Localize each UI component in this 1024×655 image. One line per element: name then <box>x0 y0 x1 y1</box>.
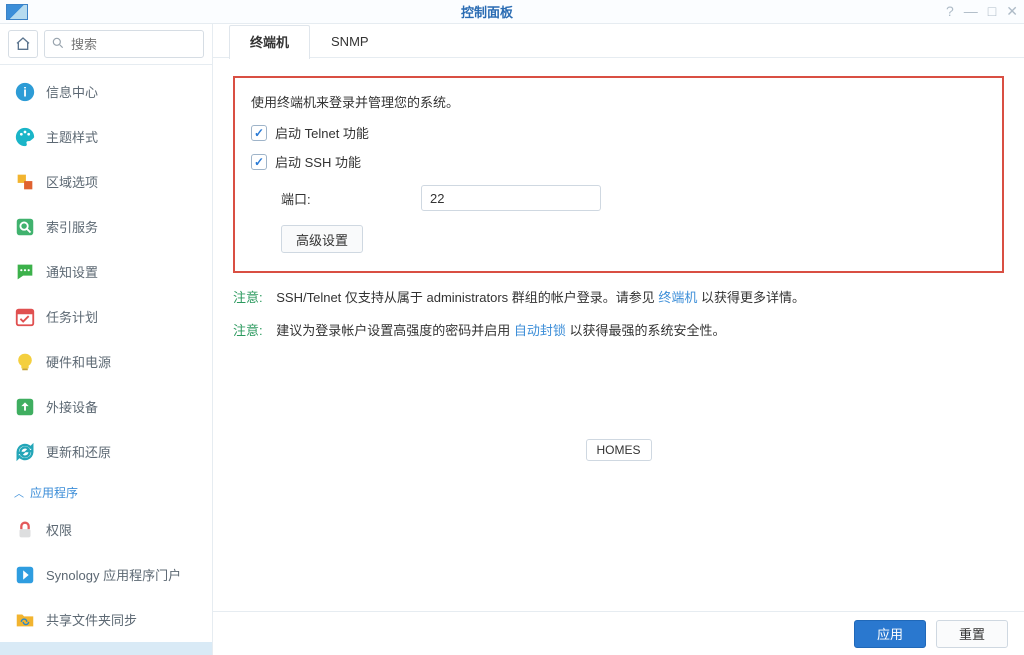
help-icon[interactable]: ? <box>946 3 954 20</box>
info-icon: i <box>14 81 36 103</box>
reset-button[interactable]: 重置 <box>936 620 1008 648</box>
window-title: 控制面板 <box>28 2 946 21</box>
tab-bar: 终端机 SNMP <box>213 24 1024 58</box>
upload-icon <box>14 396 36 418</box>
sidebar-list: i 信息中心 主题样式 区域选项 索引服务 通知设置 任务计划 <box>0 65 212 655</box>
sidebar-item-label: 任务计划 <box>46 307 98 326</box>
home-icon <box>15 36 31 52</box>
search-icon <box>51 36 65 53</box>
tab-terminal[interactable]: 终端机 <box>229 25 310 59</box>
sidebar-item-indexing[interactable]: 索引服务 <box>0 204 212 249</box>
terminal-help-link[interactable]: 终端机 <box>658 290 697 305</box>
ssh-row: ✓ 启动 SSH 功能 <box>251 152 986 171</box>
sidebar-section-label: 应用程序 <box>30 484 78 501</box>
home-button[interactable] <box>8 30 38 58</box>
sidebar-item-app-portal[interactable]: Synology 应用程序门户 <box>0 552 212 597</box>
sidebar: i 信息中心 主题样式 区域选项 索引服务 通知设置 任务计划 <box>0 24 213 655</box>
telnet-label: 启动 Telnet 功能 <box>275 123 369 142</box>
note-text-a: SSH/Telnet 仅支持从属于 administrators 群组的帐户登录… <box>276 290 658 305</box>
sidebar-item-privileges[interactable]: 权限 <box>0 507 212 552</box>
note-1: 注意: SSH/Telnet 仅支持从属于 administrators 群组的… <box>233 287 1004 306</box>
sidebar-top <box>0 24 212 65</box>
terminal-panel: 使用终端机来登录并管理您的系统。 ✓ 启动 Telnet 功能 ✓ 启动 SSH… <box>213 58 1024 339</box>
note-label: 注意: <box>233 290 263 305</box>
sidebar-item-label: 索引服务 <box>46 217 98 236</box>
sidebar-item-terminal-snmp[interactable]: >_ 终端机和 SNMP <box>0 642 212 655</box>
note-text-a: 建议为登录帐户设置高强度的密码并启用 <box>276 323 514 338</box>
sidebar-item-label: 外接设备 <box>46 397 98 416</box>
content-area: 终端机 SNMP 使用终端机来登录并管理您的系统。 ✓ 启动 Telnet 功能… <box>213 24 1024 655</box>
flags-icon <box>14 171 36 193</box>
note-text-b: 以获得更多详情。 <box>701 290 805 305</box>
sidebar-item-label: 通知设置 <box>46 262 98 281</box>
sidebar-item-label: 区域选项 <box>46 172 98 191</box>
close-icon[interactable]: ✕ <box>1006 3 1018 20</box>
sidebar-item-label: 权限 <box>46 520 72 539</box>
sidebar-item-region[interactable]: 区域选项 <box>0 159 212 204</box>
calendar-icon <box>14 306 36 328</box>
note-2: 注意: 建议为登录帐户设置高强度的密码并启用 自动封锁 以获得最强的系统安全性。 <box>233 320 1004 339</box>
chevron-up-icon: ︿ <box>14 485 24 500</box>
sidebar-item-hardware[interactable]: 硬件和电源 <box>0 339 212 384</box>
apply-button[interactable]: 应用 <box>854 620 926 648</box>
lock-icon <box>14 519 36 541</box>
highlight-box: 使用终端机来登录并管理您的系统。 ✓ 启动 Telnet 功能 ✓ 启动 SSH… <box>233 76 1004 273</box>
sidebar-section-apps[interactable]: ︿ 应用程序 <box>0 474 212 507</box>
sidebar-item-notifications[interactable]: 通知设置 <box>0 249 212 294</box>
chat-icon <box>14 261 36 283</box>
sidebar-item-update[interactable]: 更新和还原 <box>0 429 212 474</box>
window-controls: ? — □ ✕ <box>946 3 1018 20</box>
sidebar-item-label: 信息中心 <box>46 82 98 101</box>
note-text-b: 以获得最强的系统安全性。 <box>570 323 726 338</box>
svg-text:i: i <box>23 84 27 99</box>
footer-bar: 应用 重置 <box>213 611 1024 655</box>
tab-snmp[interactable]: SNMP <box>310 24 390 58</box>
portal-icon <box>14 564 36 586</box>
folder-sync-icon <box>14 609 36 631</box>
ssh-checkbox[interactable]: ✓ <box>251 154 267 170</box>
ssh-label: 启动 SSH 功能 <box>275 152 361 171</box>
bulb-icon <box>14 351 36 373</box>
port-label: 端口: <box>281 189 421 208</box>
advanced-settings-button[interactable]: 高级设置 <box>281 225 363 253</box>
sidebar-item-label: 共享文件夹同步 <box>46 610 137 629</box>
sidebar-item-label: 主题样式 <box>46 127 98 146</box>
app-logo <box>6 4 28 20</box>
search-field[interactable] <box>44 30 204 58</box>
minimize-icon[interactable]: — <box>964 3 978 20</box>
sidebar-item-shared-sync[interactable]: 共享文件夹同步 <box>0 597 212 642</box>
auto-block-link[interactable]: 自动封锁 <box>514 323 566 338</box>
search-input[interactable] <box>71 37 197 52</box>
sidebar-item-label: 硬件和电源 <box>46 352 111 371</box>
sidebar-item-theme[interactable]: 主题样式 <box>0 114 212 159</box>
homes-tooltip: HOMES <box>585 439 651 461</box>
sidebar-item-scheduler[interactable]: 任务计划 <box>0 294 212 339</box>
index-search-icon <box>14 216 36 238</box>
sidebar-item-info-center[interactable]: i 信息中心 <box>0 69 212 114</box>
sidebar-item-external[interactable]: 外接设备 <box>0 384 212 429</box>
maximize-icon[interactable]: □ <box>988 3 996 20</box>
refresh-icon <box>14 441 36 463</box>
telnet-checkbox[interactable]: ✓ <box>251 125 267 141</box>
palette-icon <box>14 126 36 148</box>
sidebar-item-label: Synology 应用程序门户 <box>46 565 181 584</box>
window-header: 控制面板 ? — □ ✕ <box>0 0 1024 24</box>
sidebar-item-label: 更新和还原 <box>46 442 111 461</box>
note-label: 注意: <box>233 323 263 338</box>
telnet-row: ✓ 启动 Telnet 功能 <box>251 123 986 142</box>
panel-description: 使用终端机来登录并管理您的系统。 <box>251 92 986 111</box>
port-input[interactable] <box>421 185 601 211</box>
port-row: 端口: <box>281 185 986 211</box>
